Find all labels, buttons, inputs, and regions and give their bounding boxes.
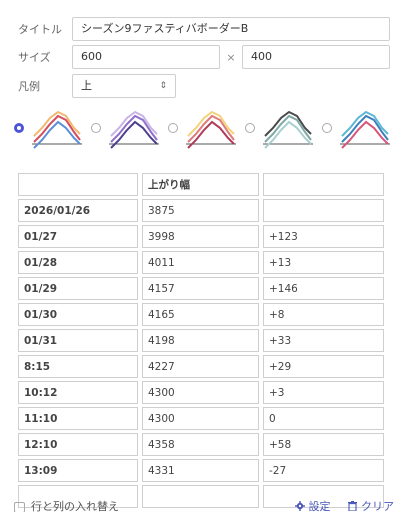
title-row: タイトル シーズン9ファスティバボーダーB — [18, 17, 390, 41]
line-chart-thumbnail-icon — [109, 110, 159, 149]
transpose-toggle[interactable]: 行と列の入れ替え — [14, 498, 119, 512]
table-header-row: 上がり幅 — [18, 173, 384, 196]
footer-actions: 設定 クリア — [281, 498, 394, 512]
size-label: サイズ — [18, 51, 51, 64]
data-table-body: 上がり幅 2026/01/26 3875 01/27 3998 +123 01/28 4011… — [18, 173, 384, 508]
times-sign: × — [226, 50, 236, 64]
radio-icon[interactable] — [91, 123, 101, 133]
trash-icon — [348, 501, 357, 511]
table-cell[interactable]: 4165 — [142, 303, 259, 326]
table-cell[interactable]: 01/31 — [18, 329, 138, 352]
table-cell[interactable]: +8 — [263, 303, 384, 326]
table-cell[interactable]: 01/28 — [18, 251, 138, 274]
height-input[interactable]: 400 — [242, 45, 390, 69]
table-cell[interactable]: +33 — [263, 329, 384, 352]
table-cell[interactable]: 01/27 — [18, 225, 138, 248]
table-cell[interactable]: +29 — [263, 355, 384, 378]
clear-label: クリア — [361, 500, 394, 512]
table-cell[interactable]: 4300 — [142, 407, 259, 430]
legend-select[interactable]: 上 ⇕ — [72, 74, 176, 98]
chart-style-option-4[interactable] — [245, 106, 317, 150]
legend-row: 凡例 上 ⇕ — [18, 74, 176, 98]
size-row: サイズ 600 × 400 — [18, 45, 390, 69]
legend-label: 凡例 — [18, 80, 40, 93]
title-input[interactable]: シーズン9ファスティバボーダーB — [72, 17, 390, 41]
line-chart-thumbnail-icon — [263, 110, 313, 149]
line-chart-thumbnail-icon — [32, 110, 82, 149]
chart-style-option-1[interactable] — [14, 106, 86, 150]
table-row: 01/31 4198 +33 — [18, 329, 384, 352]
settings-button[interactable]: 設定 — [294, 498, 331, 512]
footer: 行と列の入れ替え 設定 クリア — [14, 498, 394, 512]
radio-icon[interactable] — [245, 123, 255, 133]
table-cell[interactable]: +123 — [263, 225, 384, 248]
table-cell[interactable]: 01/30 — [18, 303, 138, 326]
table-row: 01/29 4157 +146 — [18, 277, 384, 300]
table-row: 11:10 4300 0 — [18, 407, 384, 430]
table-cell[interactable] — [263, 199, 384, 222]
transpose-label: 行と列の入れ替え — [31, 500, 119, 512]
table-cell[interactable]: +13 — [263, 251, 384, 274]
settings-label: 設定 — [308, 500, 331, 512]
gear-icon — [294, 501, 305, 511]
table-header-cell[interactable]: 上がり幅 — [142, 173, 259, 196]
table-cell[interactable]: 4157 — [142, 277, 259, 300]
radio-icon[interactable] — [168, 123, 178, 133]
table-cell[interactable]: -27 — [263, 459, 384, 482]
table-header-cell[interactable] — [18, 173, 138, 196]
line-chart-thumbnail-icon — [186, 110, 236, 149]
table-cell[interactable]: 0 — [263, 407, 384, 430]
table-cell[interactable]: 01/29 — [18, 277, 138, 300]
table-row: 01/30 4165 +8 — [18, 303, 384, 326]
table-row: 2026/01/26 3875 — [18, 199, 384, 222]
table-cell[interactable]: +146 — [263, 277, 384, 300]
table-cell[interactable]: +58 — [263, 433, 384, 456]
radio-icon[interactable] — [322, 123, 332, 133]
table-header-cell[interactable] — [263, 173, 384, 196]
table-row: 01/27 3998 +123 — [18, 225, 384, 248]
table-cell[interactable]: 4011 — [142, 251, 259, 274]
legend-select-value: 上 — [81, 79, 92, 92]
table-row: 10:12 4300 +3 — [18, 381, 384, 404]
chart-style-options — [14, 105, 394, 151]
table-cell[interactable]: 2026/01/26 — [18, 199, 138, 222]
table-cell[interactable]: 4300 — [142, 381, 259, 404]
chart-style-option-5[interactable] — [322, 106, 394, 150]
table-cell[interactable]: 3875 — [142, 199, 259, 222]
chart-style-option-2[interactable] — [91, 106, 163, 150]
table-row: 13:09 4331 -27 — [18, 459, 384, 482]
table-cell[interactable]: 11:10 — [18, 407, 138, 430]
table-row: 01/28 4011 +13 — [18, 251, 384, 274]
checkbox-icon[interactable] — [14, 501, 25, 512]
table-cell[interactable]: 3998 — [142, 225, 259, 248]
table-cell[interactable]: 13:09 — [18, 459, 138, 482]
table-cell[interactable]: +3 — [263, 381, 384, 404]
title-label: タイトル — [18, 23, 62, 36]
table-cell[interactable]: 4227 — [142, 355, 259, 378]
table-row: 8:15 4227 +29 — [18, 355, 384, 378]
width-input[interactable]: 600 — [72, 45, 220, 69]
select-arrows-icon: ⇕ — [159, 81, 167, 91]
table-cell[interactable]: 10:12 — [18, 381, 138, 404]
radio-selected-icon[interactable] — [14, 123, 24, 133]
line-chart-thumbnail-icon — [340, 110, 390, 149]
table-row: 12:10 4358 +58 — [18, 433, 384, 456]
table-cell[interactable]: 8:15 — [18, 355, 138, 378]
table-cell[interactable]: 4198 — [142, 329, 259, 352]
table-cell[interactable]: 12:10 — [18, 433, 138, 456]
table-cell[interactable]: 4331 — [142, 459, 259, 482]
clear-button[interactable]: クリア — [348, 498, 394, 512]
data-table: 上がり幅 2026/01/26 3875 01/27 3998 +123 01/28 4011… — [14, 170, 388, 511]
table-cell[interactable]: 4358 — [142, 433, 259, 456]
chart-style-option-3[interactable] — [168, 106, 240, 150]
